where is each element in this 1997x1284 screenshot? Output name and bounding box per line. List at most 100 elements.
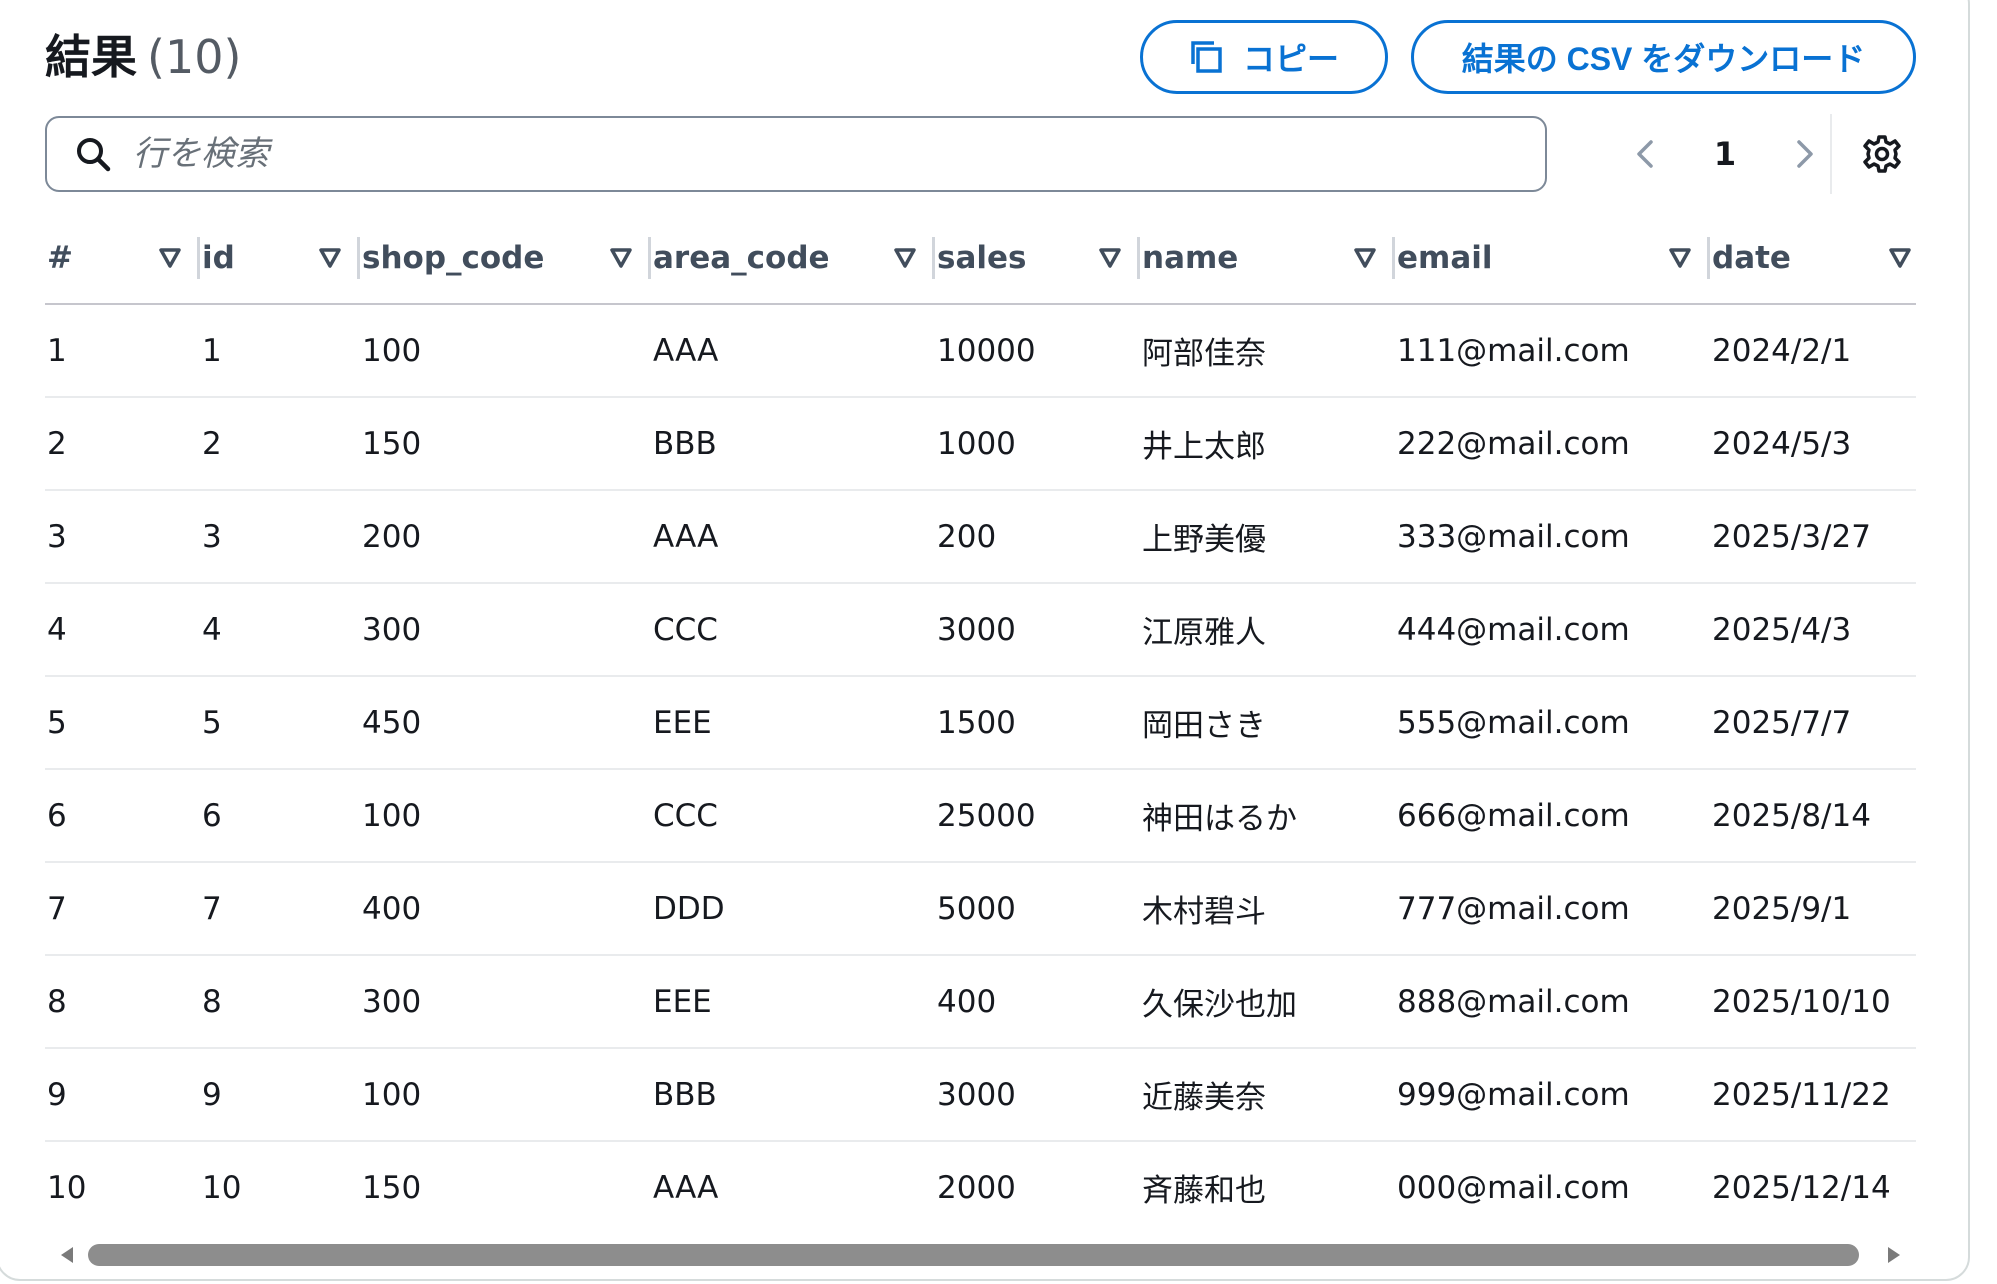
table-cell: 9: [200, 1048, 360, 1142]
table-cell: 300: [360, 955, 651, 1049]
table-cell: 阿部佳奈: [1140, 304, 1395, 398]
table-cell: 2025/4/3: [1710, 583, 1916, 677]
table-cell: 888@mail.com: [1395, 955, 1710, 1049]
column-header-email[interactable]: email: [1395, 213, 1710, 305]
scrollbar-thumb[interactable]: [88, 1244, 1859, 1266]
gear-icon[interactable]: [1862, 134, 1902, 174]
result-count: (10): [147, 30, 242, 84]
table-cell: 333@mail.com: [1395, 490, 1710, 584]
search-input[interactable]: [131, 133, 1515, 175]
table-cell: 2000: [937, 1169, 1016, 1206]
column-header-name[interactable]: name: [1140, 213, 1395, 305]
column-header-label: name: [1142, 240, 1239, 276]
table-row: 10 10 150 AAA 2000 斉藤和也 000@mail.com 202…: [45, 1141, 1916, 1233]
table-cell: 100: [360, 1048, 651, 1142]
column-header-sales[interactable]: sales: [935, 213, 1140, 305]
chevron-right-icon[interactable]: [1790, 136, 1820, 172]
table-row: 4 4 300 CCC 3000 江原雅人 444@mail.com 2025/…: [45, 583, 1916, 677]
table-cell: AAA: [651, 304, 935, 398]
column-header-row-number[interactable]: #: [45, 213, 200, 305]
column-header-label: id: [202, 240, 235, 276]
table-cell: 井上太郎: [1140, 397, 1395, 491]
column-header-label: #: [47, 240, 73, 276]
table-cell: 150: [362, 1169, 422, 1206]
table-cell: 7: [200, 862, 360, 956]
scroll-right-icon[interactable]: [1886, 1246, 1902, 1264]
table-cell: 111@mail.com: [1395, 304, 1710, 398]
caret-down-icon: [159, 248, 181, 268]
search-icon: [77, 138, 111, 172]
chevron-left-icon[interactable]: [1630, 136, 1660, 172]
caret-down-icon: [894, 248, 916, 268]
table-row: 8 8 300 EEE 400 久保沙也加 888@mail.com 2025/…: [45, 955, 1916, 1049]
table-cell: 6: [45, 769, 200, 863]
copy-button[interactable]: コピー: [1140, 20, 1388, 94]
table-cell: 450: [360, 676, 651, 770]
table-cell: 3: [45, 490, 200, 584]
table-cell: 25000: [935, 769, 1140, 863]
pagination-divider: [1830, 114, 1832, 194]
table-cell: 神田はるか: [1140, 769, 1395, 863]
caret-down-icon: [1889, 248, 1911, 268]
table-cell: AAA: [653, 1169, 719, 1206]
table-cell: 4: [200, 583, 360, 677]
page-title: 結果: [45, 30, 137, 84]
table-cell: EEE: [651, 955, 935, 1049]
column-header-label: sales: [937, 240, 1027, 276]
table-cell: 2024/2/1: [1710, 304, 1916, 398]
table-cell: 10: [47, 1169, 87, 1206]
download-csv-button-label: 結果の CSV をダウンロード: [1461, 41, 1866, 77]
table-cell: 2: [200, 397, 360, 491]
table-cell: 2025/12/14: [1712, 1169, 1891, 1206]
table-row: 6 6 100 CCC 25000 神田はるか 666@mail.com 202…: [45, 769, 1916, 863]
column-header-shop-code[interactable]: shop_code: [360, 213, 651, 305]
table-row: 9 9 100 BBB 3000 近藤美奈 999@mail.com 2025/…: [45, 1048, 1916, 1142]
table-cell: 200: [360, 490, 651, 584]
table-row: 2 2 150 BBB 1000 井上太郎 222@mail.com 2024/…: [45, 397, 1916, 491]
table-cell: 400: [360, 862, 651, 956]
scroll-left-icon[interactable]: [59, 1246, 75, 1264]
table-cell: 木村碧斗: [1140, 862, 1395, 956]
column-header-area-code[interactable]: area_code: [651, 213, 935, 305]
table-row: 3 3 200 AAA 200 上野美優 333@mail.com 2025/3…: [45, 490, 1916, 584]
table-cell: 100: [360, 769, 651, 863]
table-cell: CCC: [651, 769, 935, 863]
table-cell: 3000: [935, 1048, 1140, 1142]
table-cell: 2025/11/22: [1710, 1048, 1916, 1142]
table-cell: 1500: [935, 676, 1140, 770]
table-cell: 江原雅人: [1140, 583, 1395, 677]
table-cell: 150: [360, 397, 651, 491]
table-cell: 200: [935, 490, 1140, 584]
download-csv-button[interactable]: 結果の CSV をダウンロード: [1411, 20, 1916, 94]
caret-down-icon: [1354, 248, 1376, 268]
table-cell: 222@mail.com: [1395, 397, 1710, 491]
table-cell: 10000: [935, 304, 1140, 398]
table-cell: 000@mail.com: [1397, 1169, 1630, 1206]
column-header-id[interactable]: id: [200, 213, 360, 305]
table-cell: 10: [202, 1169, 242, 1206]
horizontal-scrollbar[interactable]: [45, 1240, 1916, 1268]
table-cell: 3: [200, 490, 360, 584]
table-cell: AAA: [651, 490, 935, 584]
table-cell: 5: [45, 676, 200, 770]
caret-down-icon: [1669, 248, 1691, 268]
table-cell: 8: [45, 955, 200, 1049]
table-cell: 300: [360, 583, 651, 677]
table-cell: 5: [200, 676, 360, 770]
results-table: # id shop_code area_code sales name emai…: [45, 213, 1916, 1233]
table-cell: 斉藤和也: [1142, 1173, 1266, 1209]
table-row: 1 1 100 AAA 10000 阿部佳奈 111@mail.com 2024…: [45, 304, 1916, 398]
table-cell: 2025/3/27: [1710, 490, 1916, 584]
current-page[interactable]: 1: [1714, 135, 1736, 173]
results-header: 結果 (10): [45, 22, 241, 92]
table-cell: 666@mail.com: [1395, 769, 1710, 863]
table-cell: 9: [45, 1048, 200, 1142]
table-cell: EEE: [651, 676, 935, 770]
column-header-date[interactable]: date: [1710, 213, 1916, 305]
table-cell: 999@mail.com: [1395, 1048, 1710, 1142]
copy-icon: [1191, 41, 1222, 73]
table-cell: 444@mail.com: [1395, 583, 1710, 677]
table-cell: 3000: [935, 583, 1140, 677]
search-box: [45, 116, 1547, 192]
table-cell: 5000: [935, 862, 1140, 956]
